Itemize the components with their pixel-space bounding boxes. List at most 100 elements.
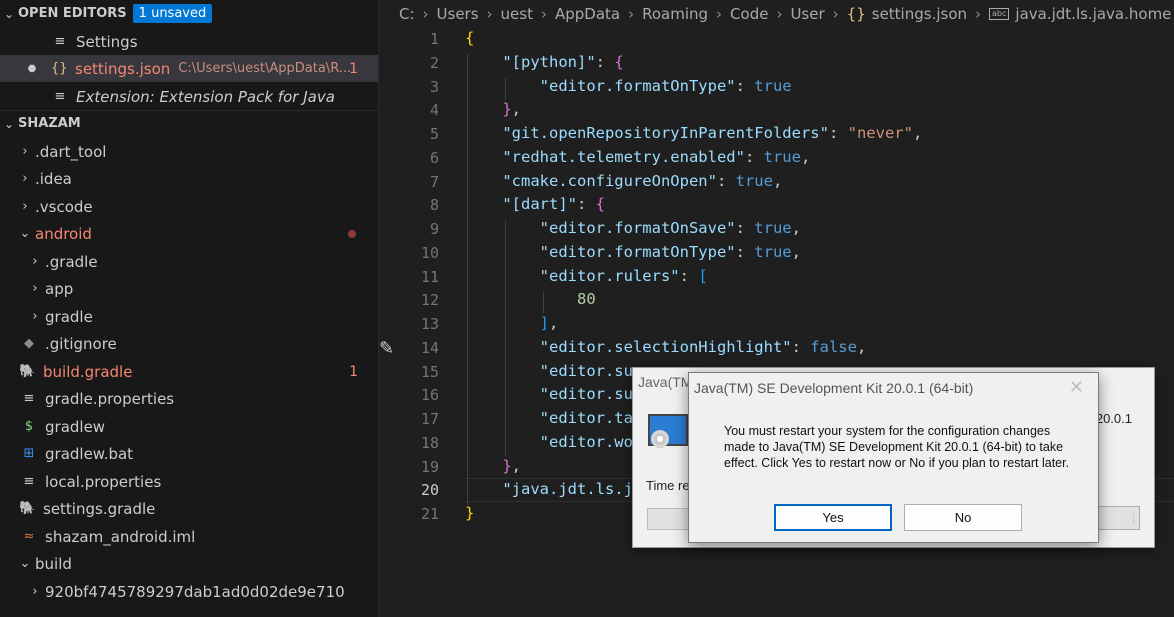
tree-folder-idea[interactable]: › .idea: [0, 165, 378, 192]
code-line: "editor.formatOnType": true,: [539, 243, 801, 261]
open-editor-settings[interactable]: ≡ Settings: [0, 28, 378, 55]
tree-item-label: android: [35, 224, 92, 243]
tree-item-label: build.gradle: [43, 362, 133, 381]
tree-file-shazam-iml[interactable]: ≈ shazam_android.iml: [0, 523, 378, 550]
tree-folder-gradle[interactable]: › gradle: [0, 303, 378, 330]
chevron-right-icon: ›: [776, 5, 783, 23]
tree-folder-android[interactable]: ⌄ android: [0, 220, 378, 247]
breadcrumb-item[interactable]: java.jdt.ls.java.home: [1015, 5, 1171, 23]
breadcrumb-item[interactable]: Code: [730, 5, 768, 23]
git-icon: ◆: [24, 336, 34, 351]
dialog-title: Java(TM: [638, 374, 693, 390]
tree-folder-hash[interactable]: › 920bf4745789297dab1ad0d02de9e710: [0, 578, 378, 605]
unsaved-badge: 1 unsaved: [132, 4, 213, 23]
code-line: "[dart]": {: [502, 195, 605, 213]
no-button[interactable]: No: [904, 504, 1022, 531]
tree-item-label: gradlew.bat: [45, 444, 134, 463]
tree-item-label: gradle: [45, 307, 93, 326]
tree-item-label: local.properties: [45, 472, 162, 491]
code-line: "editor.wo: [539, 433, 633, 451]
open-editor-settings-json[interactable]: ● {} settings.json C:\Users\uest\AppData…: [0, 55, 378, 82]
breadcrumb-item[interactable]: C:: [399, 5, 415, 23]
chevron-down-icon: ⌄: [19, 556, 31, 571]
tree-file-gradle-properties[interactable]: ≡ gradle.properties: [0, 385, 378, 412]
tree-item-label: .idea: [35, 169, 72, 188]
chevron-right-icon: ›: [628, 5, 635, 23]
problem-count: 1: [349, 60, 358, 77]
tree-folder-vscode[interactable]: › .vscode: [0, 193, 378, 220]
workspace-header[interactable]: ⌄ SHAZAM: [0, 110, 378, 137]
chevron-right-icon: ›: [422, 5, 429, 23]
breadcrumb-item[interactable]: AppData: [555, 5, 620, 23]
version-text: 20.0.1: [1095, 411, 1132, 426]
chevron-right-icon: ›: [22, 144, 28, 159]
code-line: 80: [576, 290, 596, 308]
breadcrumb-item[interactable]: Roaming: [642, 5, 708, 23]
yes-button[interactable]: Yes: [774, 504, 892, 531]
time-remaining-label: Time re: [646, 478, 690, 493]
tree-folder-build[interactable]: ⌄ build: [0, 550, 378, 577]
code-line: "cmake.configureOnOpen": true,: [502, 172, 783, 190]
tree-item-label: shazam_android.iml: [45, 527, 196, 546]
chevron-down-icon: ⌄: [3, 6, 15, 21]
tree-folder-gradle-hidden[interactable]: › .gradle: [0, 248, 378, 275]
gradle-elephant-icon: 🐘: [19, 501, 36, 516]
line-number: 3: [429, 78, 439, 96]
tree-file-gradlew[interactable]: $ gradlew: [0, 413, 378, 440]
chevron-right-icon: ›: [975, 5, 982, 23]
unsaved-dot-icon: ●: [27, 63, 37, 74]
tree-item-label: gradle.properties: [45, 389, 175, 408]
code-line: "editor.su: [539, 362, 633, 380]
code-line: },: [502, 100, 522, 118]
extension-file-icon: ≡: [54, 89, 66, 104]
code-line: "editor.rulers": [: [539, 267, 708, 285]
breadcrumb-item[interactable]: uest: [501, 5, 533, 23]
dialog-message: You must restart your system for the con…: [724, 424, 1070, 470]
breadcrumb-item[interactable]: settings.json: [872, 5, 967, 23]
open-editor-extension[interactable]: ≡ Extension: Extension Pack for Java: [0, 83, 378, 110]
tree-folder-app[interactable]: › app: [0, 275, 378, 302]
properties-file-icon: ≡: [23, 391, 35, 406]
breadcrumb-item[interactable]: Users: [437, 5, 479, 23]
workspace-title: SHAZAM: [18, 116, 81, 131]
line-number: 12: [420, 291, 439, 309]
properties-file-icon: ≡: [23, 474, 35, 489]
tree-item-label: build: [35, 554, 72, 573]
code-line: "git.openRepositoryInParentFolders": "ne…: [502, 124, 923, 142]
chevron-right-icon: ›: [832, 5, 839, 23]
code-line: "editor.ta: [539, 409, 633, 427]
breadcrumb-item[interactable]: User: [790, 5, 824, 23]
tree-item-label: gradlew: [45, 417, 106, 436]
line-number: 19: [420, 458, 439, 476]
code-line: "java.jdt.ls.j: [502, 480, 633, 498]
close-icon[interactable]: ✕: [1069, 377, 1084, 398]
tree-file-settings-gradle[interactable]: 🐘 settings.gradle: [0, 495, 378, 522]
line-number: 18: [420, 434, 439, 452]
code-line: "redhat.telemetry.enabled": true,: [502, 148, 811, 166]
chevron-right-icon: ›: [22, 171, 28, 186]
line-number: 7: [429, 173, 439, 191]
tree-file-gitignore[interactable]: ◆ .gitignore: [0, 330, 378, 357]
chevron-right-icon: ›: [716, 5, 723, 23]
open-editor-label: Settings: [76, 32, 138, 51]
tree-file-build-gradle[interactable]: 🐘 build.gradle 1: [0, 358, 378, 385]
tree-file-local-properties[interactable]: ≡ local.properties: [0, 468, 378, 495]
tree-file-gradlew-bat[interactable]: ⊞ gradlew.bat: [0, 440, 378, 467]
line-number: 15: [420, 363, 439, 381]
code-line: ],: [539, 314, 559, 332]
json-file-icon: {}: [846, 5, 866, 23]
code-line: },: [502, 457, 522, 475]
settings-file-icon: ≡: [54, 34, 66, 49]
modified-dot-icon: [348, 229, 356, 238]
line-number: 20: [420, 481, 439, 499]
code-line: }: [465, 504, 475, 522]
tree-folder-dart-tool[interactable]: › .dart_tool: [0, 138, 378, 165]
tree-item-label: .gitignore: [45, 334, 117, 353]
problem-count: 1: [349, 363, 358, 380]
open-editor-label: Extension: Extension Pack for Java: [76, 87, 335, 106]
open-editors-title: OPEN EDITORS: [18, 6, 127, 21]
restart-dialog: Java(TM) SE Development Kit 20.0.1 (64-b…: [688, 372, 1099, 543]
tree-item-label: .gradle: [45, 252, 98, 271]
open-editors-header[interactable]: ⌄ OPEN EDITORS 1 unsaved: [0, 0, 378, 27]
chevron-right-icon: ›: [486, 5, 493, 23]
